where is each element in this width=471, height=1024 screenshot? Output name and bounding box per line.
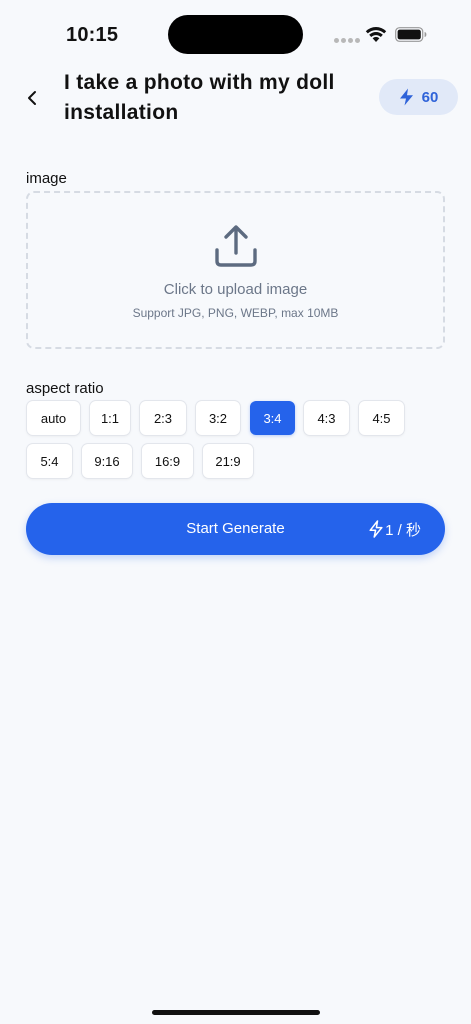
ratio-option-4-5[interactable]: 4:5 xyxy=(359,401,404,435)
wifi-icon xyxy=(365,27,387,42)
lightning-outline-icon xyxy=(369,520,383,538)
ratio-option-2-3[interactable]: 2:3 xyxy=(140,401,186,435)
back-button[interactable] xyxy=(18,84,46,112)
home-indicator xyxy=(152,1010,320,1015)
upload-prompt: Click to upload image xyxy=(163,281,308,298)
ratio-option-3-2[interactable]: 3:2 xyxy=(196,401,240,435)
ratio-option-1-1[interactable]: 1:1 xyxy=(90,401,130,435)
start-generate-button[interactable]: Start Generate 1 / 秒 xyxy=(26,503,445,555)
credits-count: 60 xyxy=(421,88,439,106)
status-bar: 10:15 xyxy=(0,0,471,70)
lightning-icon xyxy=(399,88,413,106)
chevron-left-icon xyxy=(28,91,36,105)
status-time: 10:15 xyxy=(66,24,119,46)
image-section-label: image xyxy=(26,170,67,187)
ratio-option-auto[interactable]: auto xyxy=(27,401,80,435)
ratio-option-21-9[interactable]: 21:9 xyxy=(203,444,253,478)
generate-cost: 1 / 秒 xyxy=(369,503,421,555)
page-title: I take a photo with my doll installation xyxy=(64,71,335,124)
dynamic-island xyxy=(168,15,303,54)
ratio-option-9-16[interactable]: 9:16 xyxy=(82,444,132,478)
ratio-option-16-9[interactable]: 16:9 xyxy=(142,444,193,478)
upload-format-hint: Support JPG, PNG, WEBP, max 10MB xyxy=(132,306,339,320)
generate-cost-text: 1 / 秒 xyxy=(385,521,421,539)
battery-icon xyxy=(395,27,427,42)
upload-icon xyxy=(215,225,257,267)
credits-badge[interactable]: 60 xyxy=(379,79,458,115)
ratio-option-3-4[interactable]: 3:4 xyxy=(250,401,295,435)
aspect-ratio-label: aspect ratio xyxy=(26,380,104,397)
ratio-option-5-4[interactable]: 5:4 xyxy=(27,444,72,478)
image-upload-area[interactable]: Click to upload image Support JPG, PNG, … xyxy=(26,191,445,349)
cellular-signal-icon xyxy=(334,38,360,43)
page-header: I take a photo with my doll installation… xyxy=(0,64,471,134)
ratio-option-4-3[interactable]: 4:3 xyxy=(304,401,349,435)
